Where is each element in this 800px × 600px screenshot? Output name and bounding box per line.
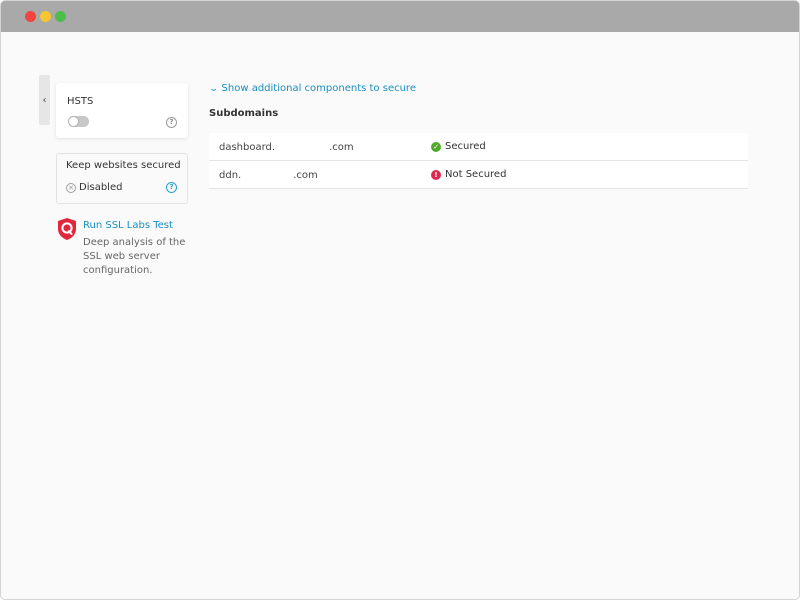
subdomain-prefix: ddn. [219,169,242,181]
hsts-toggle[interactable] [68,116,89,127]
title-bar [1,1,799,32]
alert-circle-icon: ! [431,169,441,180]
close-window-button[interactable] [25,11,36,22]
subdomain-name: dashboard. .com [219,141,354,153]
status-badge: ! Not Secured [431,169,506,180]
subdomain-suffix: .com [329,141,354,153]
status-label: Not Secured [445,169,507,180]
help-icon[interactable]: ? [166,117,177,128]
hsts-card: HSTS ? [56,83,188,138]
keep-websites-secured-card: Keep websites secured ✕ Disabled ? [56,153,188,204]
subdomain-suffix: .com [293,169,318,181]
show-additional-label: Show additional components to secure [221,83,416,94]
subdomain-name: ddn. .com [219,169,318,181]
app-window: ‹ HSTS ? Keep websites secured ✕ Disable… [0,0,800,600]
run-ssl-labs-test-link[interactable]: Run SSL Labs Test [83,220,173,231]
qualys-shield-icon [58,218,76,240]
subdomain-prefix: dashboard. [219,141,276,153]
maximize-window-button[interactable] [55,11,66,22]
toggle-knob [68,116,79,127]
show-additional-components-toggle[interactable]: ⌄ Show additional components to secure [208,83,416,94]
chevron-left-icon: ‹ [42,94,47,106]
status-badge: ✓ Secured [431,141,486,152]
subdomains-heading: Subdomains [209,108,279,119]
check-circle-icon: ✓ [431,141,441,152]
table-row: ddn. .com ! Not Secured [209,161,748,189]
hsts-title: HSTS [67,96,94,107]
redacted-block [276,141,329,153]
keep-websites-secured-title: Keep websites secured [66,160,181,171]
ssl-labs-description: Deep analysis of the SSL web server conf… [83,237,186,276]
status-label: Secured [445,141,486,152]
chevron-down-icon: ⌄ [208,83,219,94]
keep-secured-status-label: Disabled [79,182,123,193]
keep-secured-status: ✕ Disabled [66,182,122,193]
minimize-window-button[interactable] [40,11,51,22]
subdomains-table: dashboard. .com ✓ Secured ddn. .com ! No… [209,133,748,189]
x-circle-icon: ✕ [66,182,76,193]
table-row: dashboard. .com ✓ Secured [209,133,748,161]
sidebar-collapse-button[interactable]: ‹ [39,75,50,125]
redacted-block [242,169,293,181]
help-icon[interactable]: ? [166,182,177,193]
